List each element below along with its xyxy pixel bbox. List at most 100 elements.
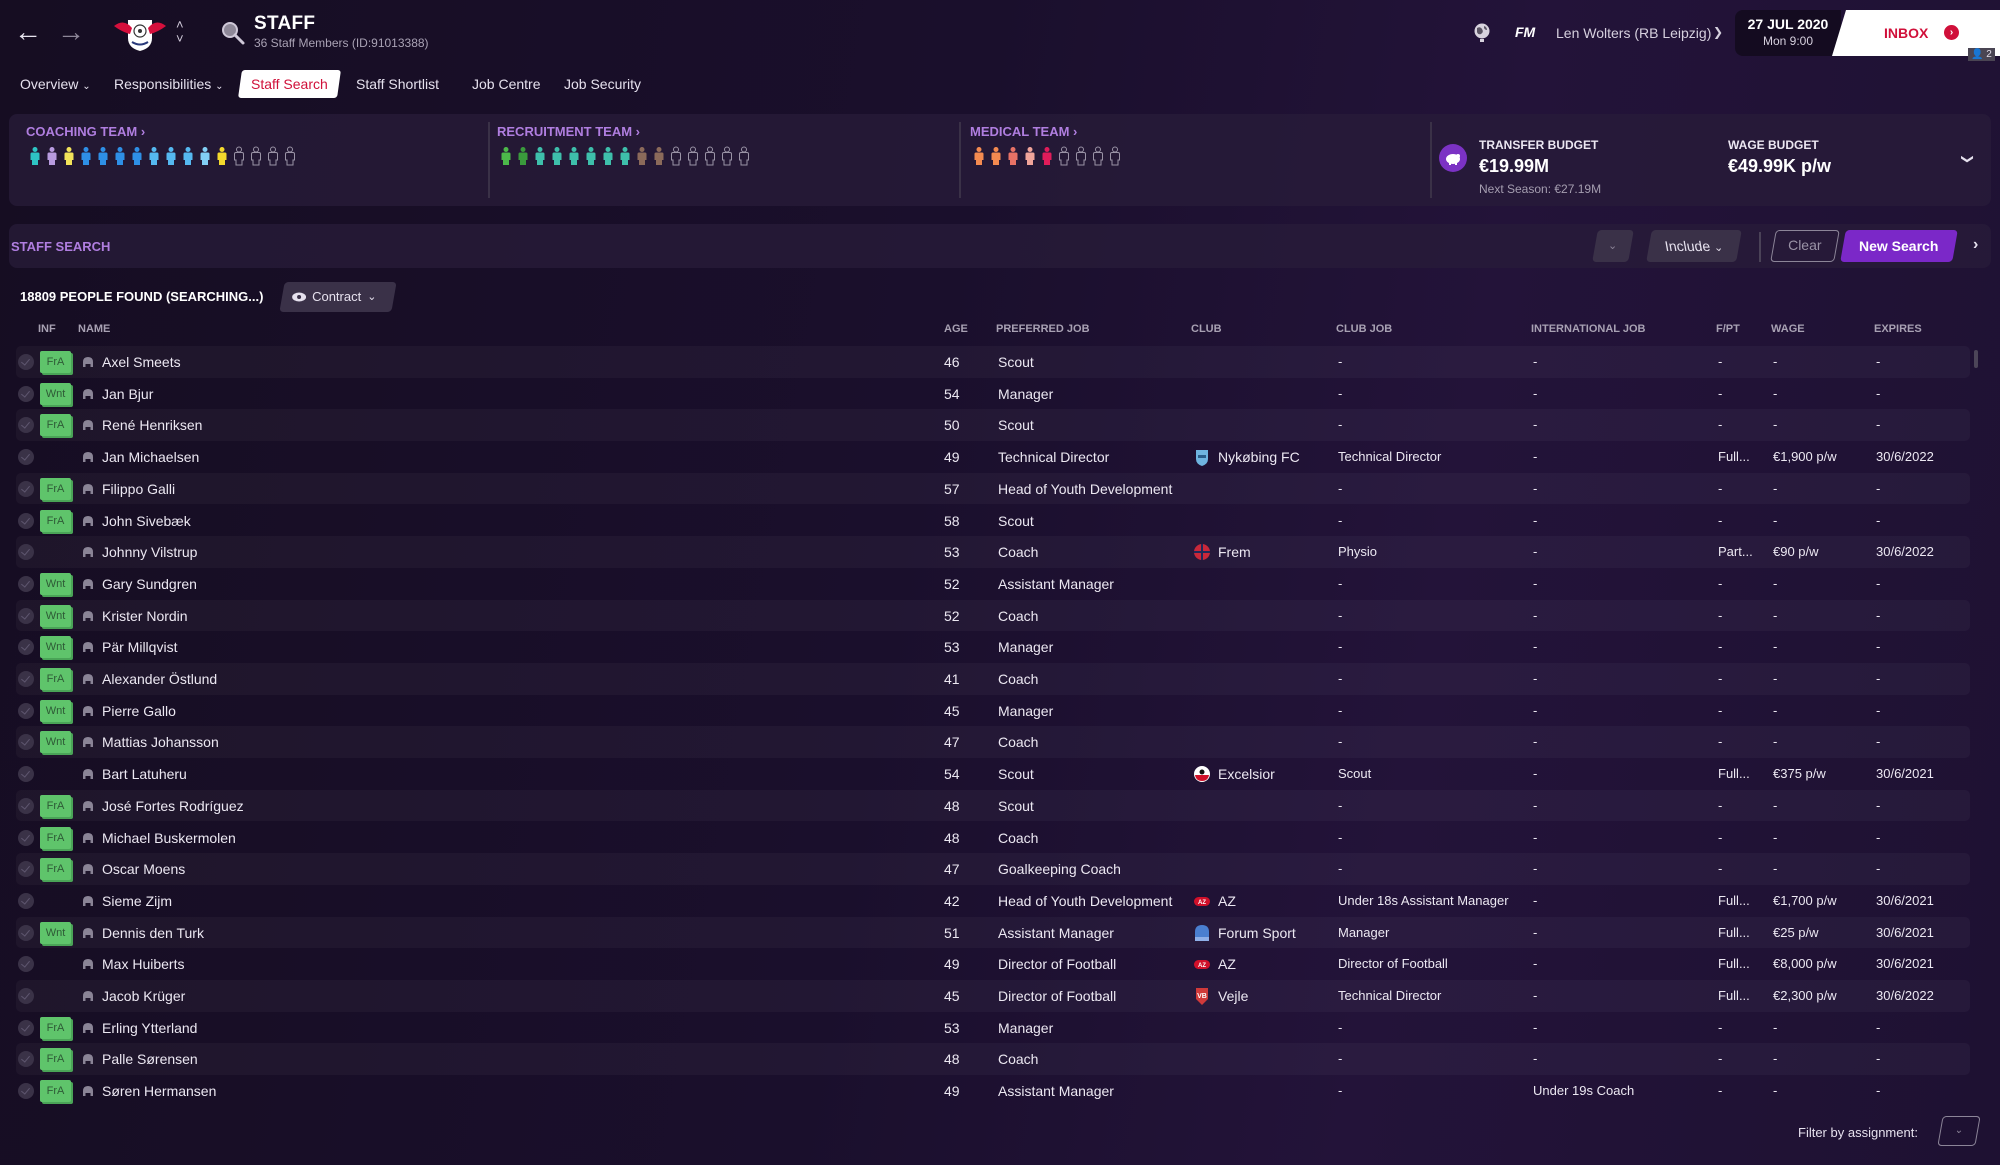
table-row[interactable]: FrA Alexander Östlund 41 Coach - - - - - (16, 663, 1970, 695)
staff-figure-icon[interactable] (990, 146, 1002, 166)
tab-responsibilities[interactable]: Responsibilities ⌄ (114, 76, 224, 92)
clear-button[interactable]: Clear (1770, 230, 1840, 262)
select-checkbox[interactable] (18, 734, 34, 751)
vacant-staff-figure-icon[interactable] (1092, 146, 1104, 166)
chevron-right-icon[interactable]: › (1973, 236, 1978, 254)
staff-name-link[interactable]: Palle Sørensen (102, 1051, 198, 1067)
select-checkbox[interactable] (18, 797, 34, 814)
select-checkbox[interactable] (18, 385, 34, 402)
select-checkbox[interactable] (18, 956, 34, 973)
staff-name-link[interactable]: Søren Hermansen (102, 1083, 216, 1099)
column-header-international-job[interactable]: INTERNATIONAL JOB (1531, 323, 1646, 335)
select-checkbox[interactable] (18, 639, 34, 656)
vacant-staff-figure-icon[interactable] (721, 146, 733, 166)
club-link[interactable]: AZ AZ (1193, 956, 1236, 972)
staff-figure-icon[interactable] (619, 146, 631, 166)
staff-name-link[interactable]: José Fortes Rodríguez (102, 798, 244, 814)
vacant-staff-figure-icon[interactable] (250, 146, 262, 166)
select-checkbox[interactable] (18, 892, 34, 909)
table-row[interactable]: FrA Oscar Moens 47 Goalkeeping Coach - - - - - (16, 853, 1970, 885)
select-checkbox[interactable] (18, 354, 34, 370)
table-row[interactable]: FrA José Fortes Rodríguez 48 Scout - - - - - (16, 790, 1970, 822)
staff-figure-icon[interactable] (534, 146, 546, 166)
staff-figure-icon[interactable] (1007, 146, 1019, 166)
vacant-staff-figure-icon[interactable] (670, 146, 682, 166)
globe-icon[interactable] (1472, 22, 1492, 44)
select-checkbox[interactable] (18, 417, 34, 434)
staff-name-link[interactable]: Axel Smeets (102, 354, 181, 370)
staff-figure-icon[interactable] (551, 146, 563, 166)
column-header-preferred-job[interactable]: PREFERRED JOB (996, 323, 1090, 335)
table-row[interactable]: Jan Michaelsen 49 Technical Director Nykøbi… (16, 441, 1970, 473)
column-header-wage[interactable]: WAGE (1771, 323, 1805, 335)
column-header-club[interactable]: CLUB (1191, 323, 1222, 335)
staff-name-link[interactable]: Oscar Moens (102, 861, 185, 877)
club-switch-arrows[interactable]: ˄ ˅ (176, 18, 184, 46)
select-checkbox[interactable] (18, 449, 34, 466)
table-row[interactable]: Wnt Krister Nordin 52 Coach - - - - - (16, 600, 1970, 632)
table-row[interactable]: FrA Michael Buskermolen 48 Coach - - - - - (16, 822, 1970, 854)
new-search-button[interactable]: New Search (1840, 230, 1958, 262)
select-checkbox[interactable] (18, 607, 34, 624)
tab-overview[interactable]: Overview ⌄ (20, 76, 91, 92)
vacant-staff-figure-icon[interactable] (267, 146, 279, 166)
staff-figure-icon[interactable] (97, 146, 109, 166)
staff-name-link[interactable]: Jan Michaelsen (102, 449, 199, 465)
vacant-staff-figure-icon[interactable] (233, 146, 245, 166)
staff-name-link[interactable]: Filippo Galli (102, 481, 175, 497)
staff-figure-icon[interactable] (29, 146, 41, 166)
staff-figure-icon[interactable] (653, 146, 665, 166)
table-row[interactable]: Wnt Pär Millqvist 53 Manager - - - - - (16, 631, 1970, 663)
staff-name-link[interactable]: Pierre Gallo (102, 703, 176, 719)
table-row[interactable]: Sieme Zijm 42 Head of Youth Development AZ A… (16, 885, 1970, 917)
staff-name-link[interactable]: Mattias Johansson (102, 734, 219, 750)
staff-name-link[interactable]: John Sivebæk (102, 513, 191, 529)
staff-name-link[interactable]: Erling Ytterland (102, 1020, 197, 1036)
staff-figure-icon[interactable] (80, 146, 92, 166)
table-row[interactable]: Wnt Pierre Gallo 45 Manager - - - - - (16, 695, 1970, 727)
view-selector[interactable]: Contract ⌄ (279, 282, 397, 312)
forward-button[interactable]: → (57, 18, 85, 46)
staff-name-link[interactable]: Johnny Vilstrup (102, 544, 197, 560)
club-badge-icon[interactable] (114, 14, 166, 52)
coaching-team-link[interactable]: COACHING TEAM › (26, 124, 145, 139)
table-row[interactable]: Johnny Vilstrup 53 Coach Frem Physio - Part...… (16, 536, 1970, 568)
staff-figure-icon[interactable] (517, 146, 529, 166)
vacant-staff-figure-icon[interactable] (284, 146, 296, 166)
select-checkbox[interactable] (18, 829, 34, 846)
select-checkbox[interactable] (18, 1019, 34, 1036)
staff-name-link[interactable]: Alexander Östlund (102, 671, 217, 687)
vacant-staff-figure-icon[interactable] (1058, 146, 1070, 166)
staff-figure-icon[interactable] (973, 146, 985, 166)
column-header-club-job[interactable]: CLUB JOB (1336, 323, 1392, 335)
column-header-inf[interactable]: INF (38, 323, 56, 335)
tab-staff-shortlist[interactable]: Staff Shortlist (356, 76, 439, 92)
vacant-staff-figure-icon[interactable] (687, 146, 699, 166)
table-row[interactable]: FrA Axel Smeets 46 Scout - - - - - (16, 346, 1970, 378)
staff-figure-icon[interactable] (148, 146, 160, 166)
table-row[interactable]: Wnt Dennis den Turk 51 Assistant Manager For… (16, 917, 1970, 949)
include-dropdown[interactable]: Include ⌄ (1646, 230, 1742, 262)
select-checkbox[interactable] (18, 480, 34, 497)
table-row[interactable]: FrA Filippo Galli 57 Head of Youth Developm… (16, 473, 1970, 505)
select-checkbox[interactable] (18, 702, 34, 719)
column-header-age[interactable]: AGE (944, 323, 968, 335)
table-row[interactable]: Jacob Krüger 45 Director of Football VB Vejl… (16, 980, 1970, 1012)
select-checkbox[interactable] (18, 924, 34, 941)
filter-by-assignment-dropdown[interactable]: ⌄ (1937, 1116, 1981, 1146)
table-row[interactable]: Wnt Jan Bjur 54 Manager - - - - - (16, 378, 1970, 410)
table-row[interactable]: FrA Søren Hermansen 49 Assistant Manager - Un… (16, 1075, 1970, 1107)
staff-figure-icon[interactable] (500, 146, 512, 166)
table-row[interactable]: FrA Palle Sørensen 48 Coach - - - - - (16, 1043, 1970, 1075)
recruitment-team-link[interactable]: RECRUITMENT TEAM › (497, 124, 640, 139)
column-header-name[interactable]: NAME (78, 323, 110, 335)
staff-name-link[interactable]: Krister Nordin (102, 608, 188, 624)
vacant-staff-figure-icon[interactable] (1075, 146, 1087, 166)
table-row[interactable]: FrA Erling Ytterland 53 Manager - - - - - (16, 1012, 1970, 1044)
tab-job-centre[interactable]: Job Centre (472, 76, 540, 92)
vacant-staff-figure-icon[interactable] (704, 146, 716, 166)
club-link[interactable]: Frem (1193, 544, 1251, 561)
club-link[interactable]: Excelsior (1193, 766, 1275, 783)
vacant-staff-figure-icon[interactable] (738, 146, 750, 166)
staff-figure-icon[interactable] (1041, 146, 1053, 166)
